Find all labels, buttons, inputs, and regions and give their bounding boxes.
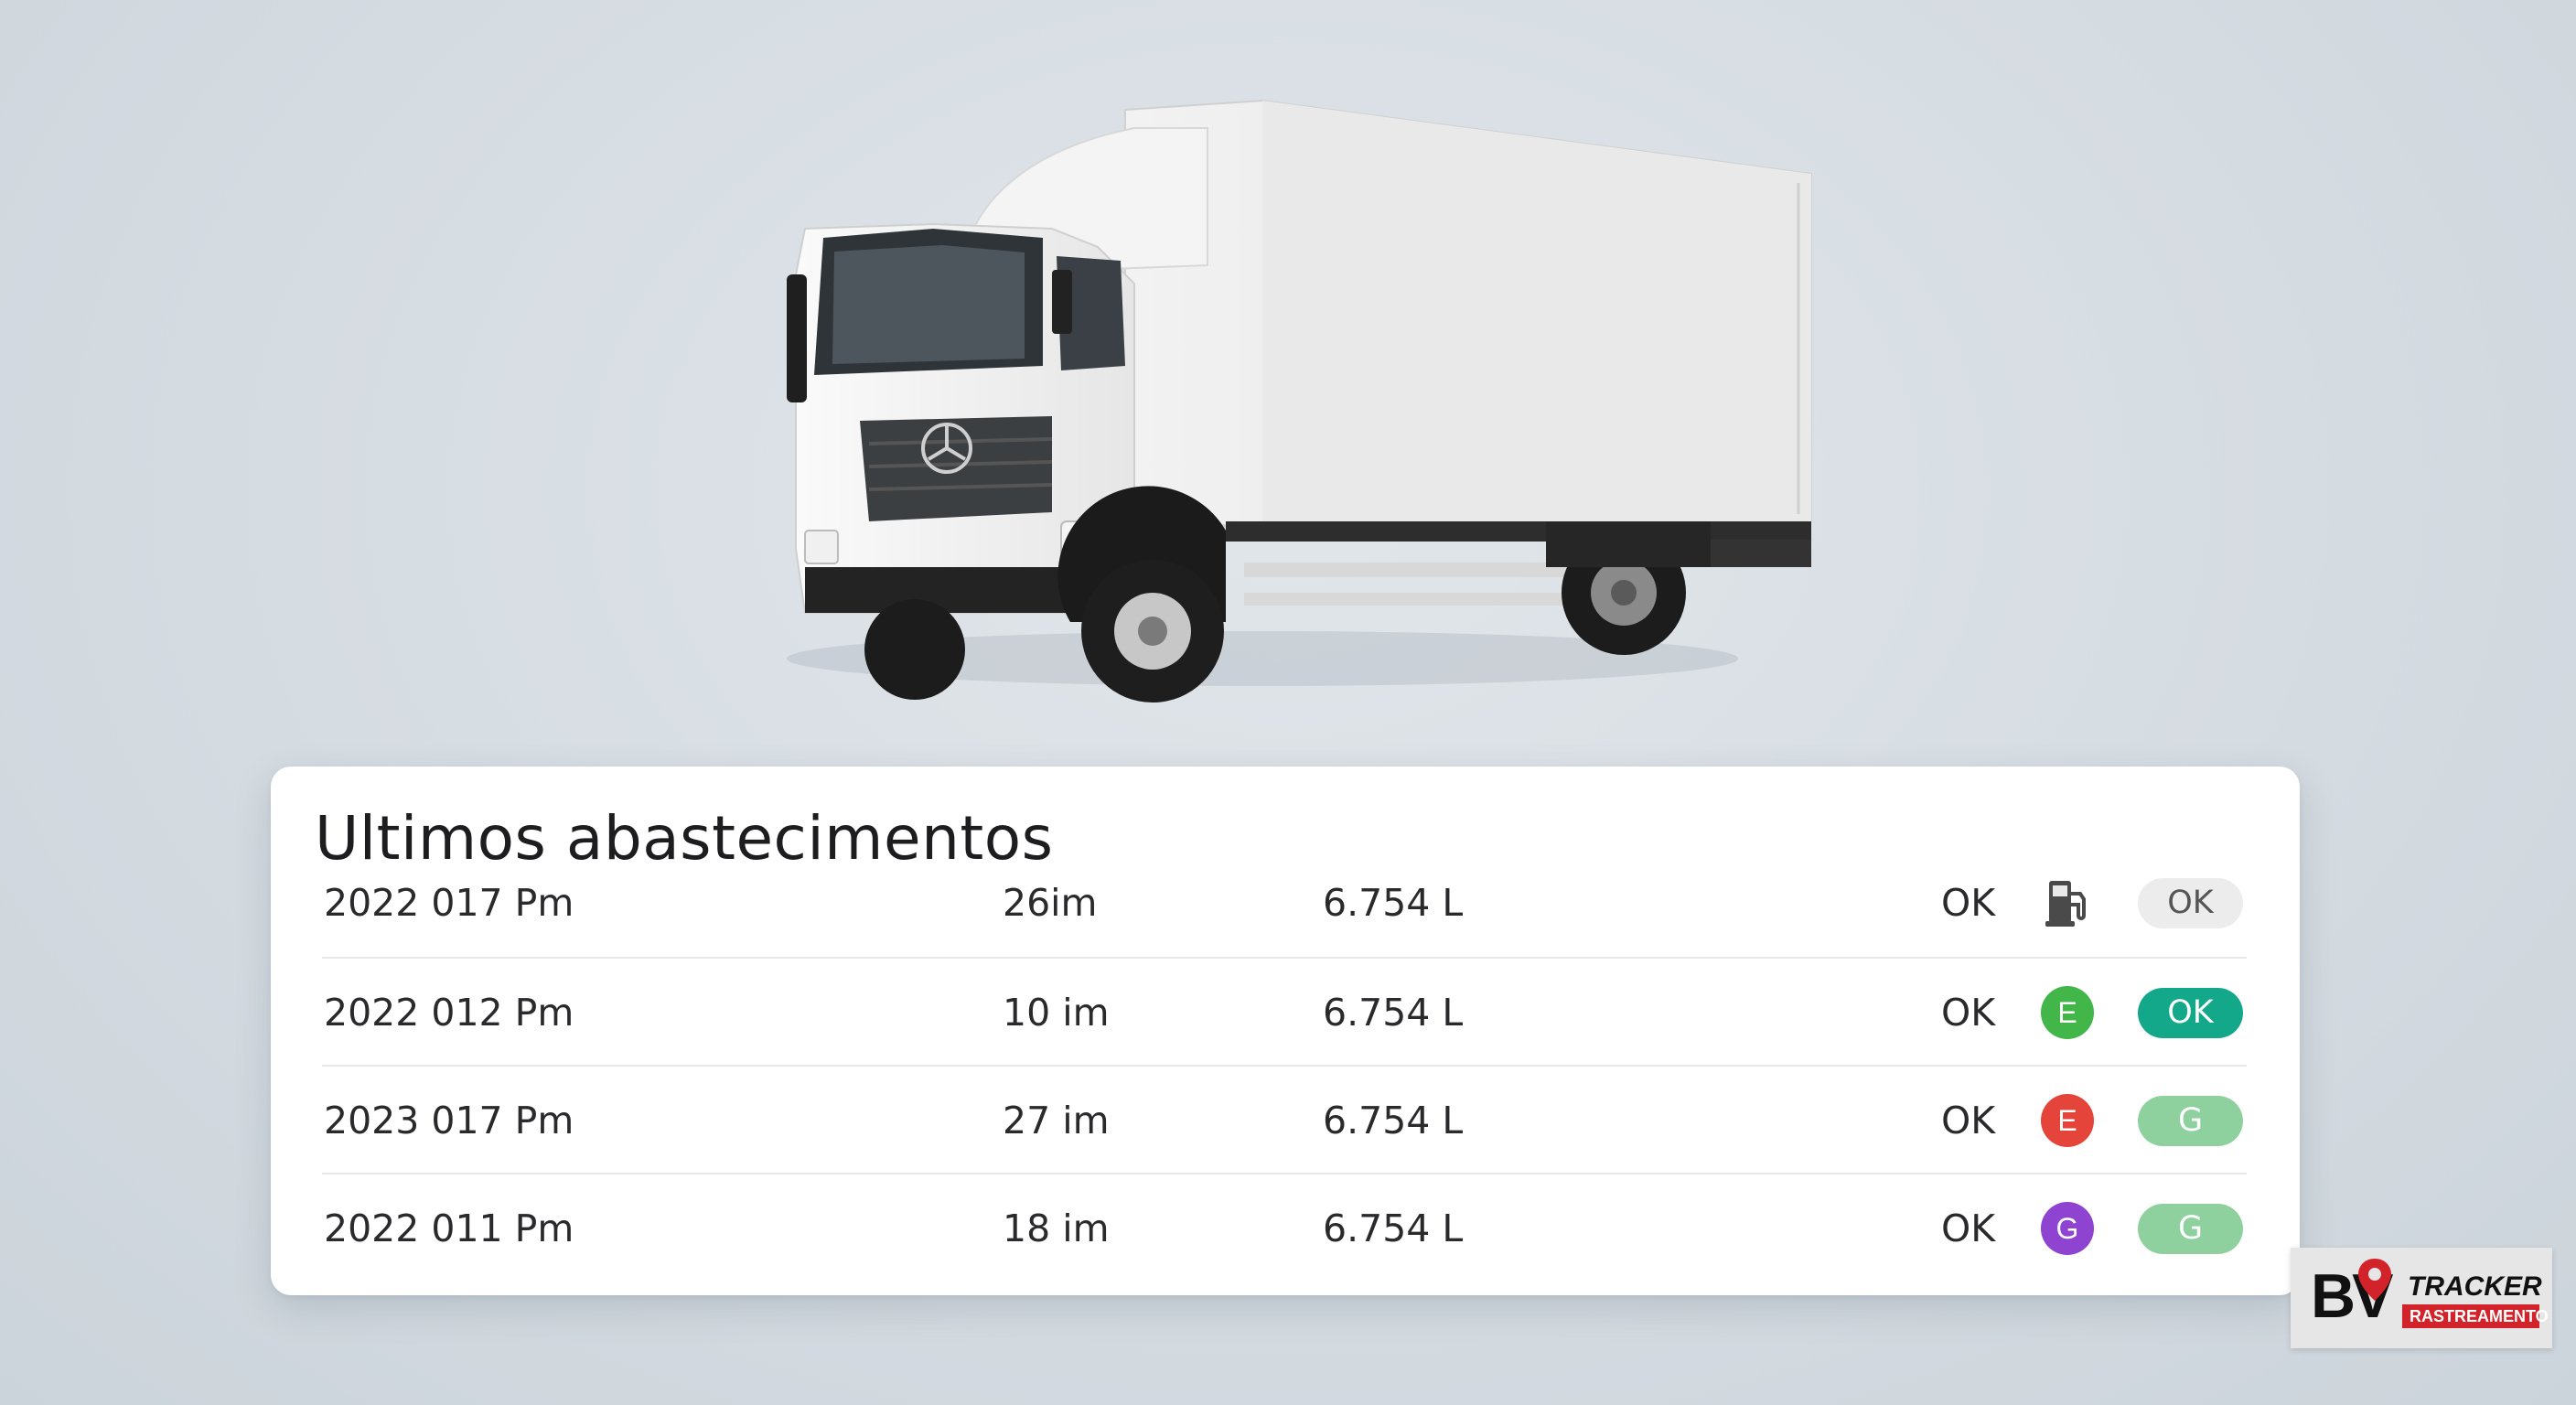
refuel-duration: 27 im xyxy=(1003,1099,1110,1142)
refuel-volume: 6.754 L xyxy=(1323,1207,1464,1250)
refuel-volume: 6.754 L xyxy=(1323,991,1464,1035)
fuel-type-letter: G xyxy=(2041,1202,2094,1255)
fuel-type-letter: E xyxy=(2041,986,2094,1039)
list-item[interactable]: 2022 017 Pm 26im 6.754 L OK OK xyxy=(322,849,2247,957)
status-badge[interactable]: G xyxy=(2138,1096,2243,1146)
refuel-status: OK xyxy=(1941,881,1996,925)
fuel-type-letter: E xyxy=(2041,1094,2094,1147)
status-badge[interactable]: OK xyxy=(2138,878,2243,928)
bv-tracker-logo: BV TRACKER RASTREAMENTO xyxy=(2291,1248,2552,1348)
refuel-date: 2022 017 Pm xyxy=(324,881,574,925)
refuel-date: 2023 017 Pm xyxy=(324,1099,574,1142)
list-item[interactable]: 2022 012 Pm 10 im 6.754 L OK E OK xyxy=(322,957,2247,1067)
status-badge[interactable]: G xyxy=(2138,1204,2243,1254)
refuel-panel: Ultimos abastecimentos 2022 017 Pm 26im 6.… xyxy=(271,767,2300,1295)
fuel-type-badge: E xyxy=(2040,985,2095,1040)
refuel-date: 2022 012 Pm xyxy=(324,991,574,1035)
logo-tracker-text: TRACKER xyxy=(2408,1271,2542,1302)
refuel-status: OK xyxy=(1941,991,1996,1035)
truck-image xyxy=(787,99,1812,702)
fuel-type-badge: G xyxy=(2040,1201,2095,1256)
refuel-volume: 6.754 L xyxy=(1323,881,1464,925)
status-badge[interactable]: OK xyxy=(2138,988,2243,1038)
refuel-status: OK xyxy=(1941,1207,1996,1250)
location-pin-icon xyxy=(2358,1259,2391,1301)
refuel-duration: 10 im xyxy=(1003,991,1110,1035)
refuel-status: OK xyxy=(1941,1099,1996,1142)
refuel-duration: 26im xyxy=(1003,881,1098,925)
fuel-type-badge: E xyxy=(2040,1093,2095,1148)
refuel-volume: 6.754 L xyxy=(1323,1099,1464,1142)
fuel-pump-icon xyxy=(2040,875,2095,930)
list-item[interactable]: 2023 017 Pm 27 im 6.754 L OK E G xyxy=(322,1065,2247,1174)
refuel-duration: 18 im xyxy=(1003,1207,1110,1250)
list-item[interactable]: 2022 011 Pm 18 im 6.754 L OK G G xyxy=(322,1173,2247,1282)
refuel-date: 2022 011 Pm xyxy=(324,1207,574,1250)
logo-subtitle: RASTREAMENTO xyxy=(2410,1307,2549,1325)
